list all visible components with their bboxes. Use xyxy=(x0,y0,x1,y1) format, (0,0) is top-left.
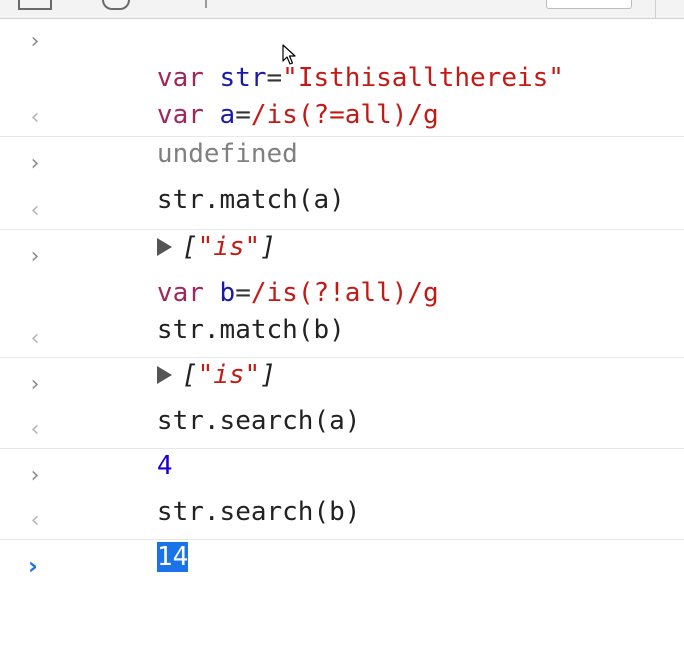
console-output-line: ‹ 4 xyxy=(0,411,684,481)
console-output-line: ‹ ["is"] xyxy=(0,320,684,390)
chevron-left-icon: ‹ xyxy=(30,326,40,351)
devtools-toolbar xyxy=(0,0,684,19)
chevron-right-icon: › xyxy=(30,372,40,397)
console-prompt[interactable]: › xyxy=(0,548,684,585)
chevron-right-icon: › xyxy=(30,244,40,269)
console-input-line[interactable]: str.match(b) xyxy=(0,275,684,345)
console-messages: › var str="Isthisalltherеis" var a=/is(?=… xyxy=(0,19,684,585)
mouse-cursor-icon xyxy=(282,44,296,65)
chevron-left-icon: ‹ xyxy=(30,105,40,130)
chevron-right-icon: › xyxy=(30,463,40,488)
console-input-line[interactable]: › var str="Isthisalltherеis" xyxy=(0,23,684,93)
chevron-right-icon: › xyxy=(28,552,38,580)
chevron-left-icon: ‹ xyxy=(30,508,40,533)
console-input-line[interactable]: › var b=/is(?!all)/g xyxy=(0,238,684,308)
console-input-line[interactable]: › str.search(b) xyxy=(0,457,684,527)
toolbar-divider xyxy=(655,0,656,18)
chevron-left-icon: ‹ xyxy=(30,417,40,442)
console-output-line: ‹ undefined xyxy=(0,99,684,169)
console-entry: › var str="Isthisalltherеis" var a=/is(?=… xyxy=(0,23,684,169)
console-output-line: ‹ 14 xyxy=(0,502,684,572)
toolbar-button-fragment[interactable] xyxy=(18,0,52,10)
chevron-right-icon: › xyxy=(30,151,40,176)
console-entry: › var b=/is(?!all)/g str.match(b) ‹ ["is"] xyxy=(0,238,684,390)
chevron-right-icon: › xyxy=(30,29,40,54)
console-entry: › str.search(a) ‹ 4 xyxy=(0,366,684,481)
filter-input[interactable] xyxy=(546,0,632,9)
console-entry: › str.match(a) ‹ ["is"] xyxy=(0,145,684,262)
console-input-line[interactable]: var a=/is(?=all)/g xyxy=(0,60,684,130)
console-entry: › str.search(b) ‹ 14 xyxy=(0,457,684,572)
console-input-line[interactable]: › str.match(a) xyxy=(0,145,684,215)
console-input-line[interactable]: › str.search(a) xyxy=(0,366,684,436)
console-output-line: ‹ ["is"] xyxy=(0,192,684,262)
chevron-left-icon: ‹ xyxy=(30,198,40,223)
toolbar-icon-fragment[interactable] xyxy=(102,0,130,10)
toolbar-separator xyxy=(205,0,207,8)
